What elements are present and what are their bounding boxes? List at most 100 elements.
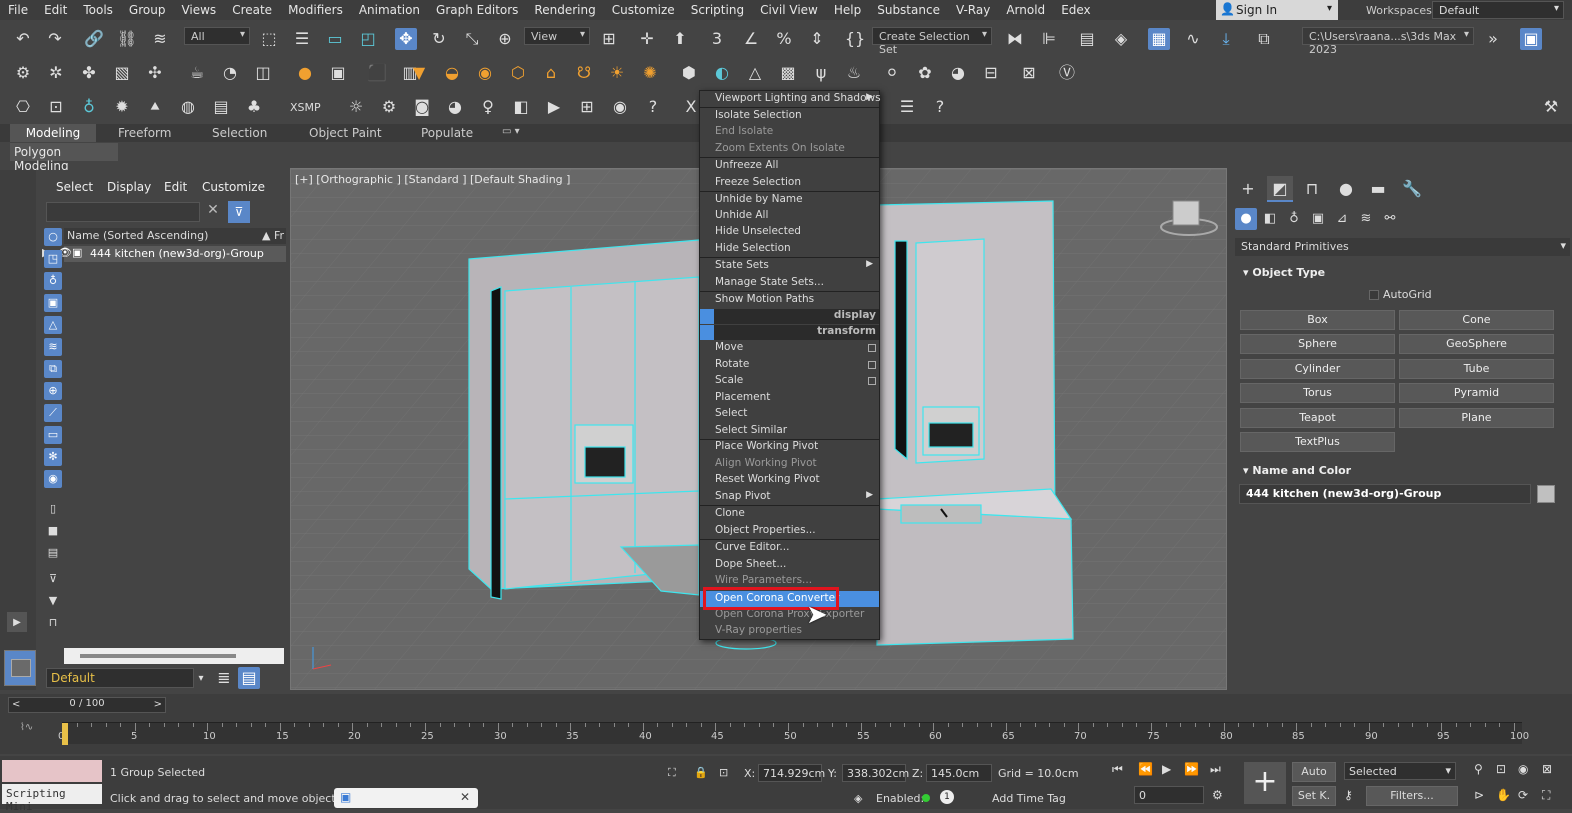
bulb-icon[interactable]: ♁ (78, 96, 100, 118)
key-mode-icon[interactable]: ⚷ (1344, 788, 1353, 802)
autogrid-checkbox[interactable]: AutoGrid (1369, 288, 1432, 301)
sun-icon[interactable]: ☀ (606, 62, 628, 84)
menu-item-align-working-pivot[interactable]: Align Working Pivot (700, 456, 879, 472)
menu-item-unfreeze-all[interactable]: Unfreeze All (700, 158, 879, 174)
category-select[interactable]: Standard Primitives ▾ (1235, 238, 1570, 256)
menu-help[interactable]: Help (826, 3, 869, 17)
chevron-down-icon[interactable]: ▾ (196, 668, 206, 690)
vray-mesh-light-icon[interactable]: ⬡ (507, 62, 529, 84)
vray-dome-icon[interactable]: ◒ (441, 62, 463, 84)
render-sun-icon[interactable]: ☼ (345, 96, 367, 118)
box-button[interactable]: Box (1240, 310, 1395, 330)
settings-box-icon[interactable] (868, 377, 876, 385)
display-groups-icon[interactable]: ⧉ (44, 360, 62, 378)
select-object-icon[interactable]: ⬚ (258, 28, 280, 50)
menu-animation[interactable]: Animation (351, 3, 428, 17)
display-hidden-icon[interactable]: ◉ (44, 470, 62, 488)
help-icon[interactable]: ? (642, 96, 664, 118)
settings-box-icon[interactable] (868, 344, 876, 352)
selection-filter-select[interactable]: All (184, 27, 250, 45)
close-icon[interactable]: ✕ (204, 202, 222, 222)
geometry-icon[interactable]: ● (1235, 208, 1257, 230)
pine-icon[interactable]: ♣ (243, 96, 265, 118)
time-cursor[interactable] (62, 723, 68, 745)
tab-freeform[interactable]: Freeform (118, 124, 171, 142)
object-color-swatch[interactable] (1537, 485, 1555, 503)
menu-views[interactable]: Views (173, 3, 224, 17)
proxy-icon[interactable]: ⬢ (678, 62, 700, 84)
display-spacewarps-icon[interactable]: ≋ (44, 338, 62, 356)
vray-sun-icon[interactable]: ▼ (408, 62, 430, 84)
hierarchy-tab-icon[interactable]: ⊓ (1299, 176, 1325, 202)
layer-explorer-icon[interactable]: ◈ (1110, 28, 1132, 50)
lock-icon[interactable]: 🔒 (694, 766, 708, 779)
tree-icon[interactable]: ⯅ (144, 96, 166, 118)
menu-civil-view[interactable]: Civil View (752, 3, 826, 17)
set-key-button[interactable]: Set K. (1292, 786, 1336, 806)
timeline-track[interactable]: 0510152025303540455055606570758085909510… (58, 722, 1529, 745)
undo-icon[interactable]: ↶ (12, 28, 34, 50)
shapes-icon[interactable]: ◧ (1259, 208, 1281, 230)
expand-icon[interactable]: ▶ (7, 612, 27, 632)
schematic-view-icon[interactable]: ⧉ (1253, 28, 1275, 50)
modify-tab-icon[interactable]: ◩ (1267, 176, 1293, 202)
se-menu-customize[interactable]: Customize (202, 180, 265, 194)
more-icon[interactable]: » (1482, 28, 1504, 50)
list-tool-icon[interactable]: ☰ (896, 96, 918, 118)
move-icon[interactable]: ✥ (395, 28, 417, 50)
vray-ies-icon[interactable]: ☋ (573, 62, 595, 84)
pivot-center-icon[interactable]: ⊞ (598, 28, 620, 50)
rotate-icon[interactable]: ↻ (428, 28, 450, 50)
filter-funnel-icon[interactable]: ▼ (44, 592, 62, 610)
zoom-extents-all-icon[interactable]: ⊠ (1542, 762, 1552, 776)
x-coordinate-field[interactable]: 714.929cm (758, 764, 825, 782)
cameras-icon[interactable]: ▣ (1307, 208, 1329, 230)
percent-snap-icon[interactable]: % (773, 28, 795, 50)
menu-item-dope-sheet[interactable]: Dope Sheet... (700, 557, 879, 573)
menu-modifiers[interactable]: Modifiers (280, 3, 351, 17)
se-column-header[interactable]: Name (Sorted Ascending) ▲ Fr (64, 228, 286, 244)
curve-toggle-icon[interactable]: ⌇∿ (20, 722, 33, 733)
textplus-button[interactable]: TextPlus (1240, 432, 1395, 452)
grid-icon[interactable]: ⊞ (576, 96, 598, 118)
menu-item-zoom-extents-on-isolate[interactable]: Zoom Extents On Isolate (700, 141, 879, 157)
snap-target-icon[interactable]: ✲ (45, 62, 67, 84)
doc-icon[interactable]: ▤ (44, 544, 62, 562)
tab-modeling[interactable]: Modeling (10, 124, 96, 142)
next-frame-icon[interactable]: > (154, 699, 162, 710)
material-editor-icon[interactable]: ▧ (111, 62, 133, 84)
tab-polygon-modeling[interactable]: Polygon Modeling (10, 143, 118, 173)
cylinder-button[interactable]: Cylinder (1240, 359, 1395, 379)
next-key-icon[interactable]: ⏩ (1184, 762, 1199, 776)
keyboard-shortcut-icon[interactable]: ⬆ (669, 28, 691, 50)
table-row[interactable]: ▶ 👁 ▣ 444 kitchen (new3d-org)-Group (42, 246, 286, 262)
grass-icon[interactable]: ψ (810, 62, 832, 84)
menu-item-manage-state-sets[interactable]: Manage State Sets... (700, 275, 879, 291)
toggle-ribbon-icon[interactable]: ▦ (1148, 28, 1170, 50)
render-view-icon[interactable]: ◙ (411, 96, 433, 118)
gear-light-icon[interactable]: ✹ (111, 96, 133, 118)
render-setup-icon[interactable]: ⤓ (1215, 28, 1237, 50)
pan-icon[interactable]: ✋ (1496, 788, 1511, 802)
zoom-icon[interactable]: ⚲ (1474, 762, 1483, 776)
menu-create[interactable]: Create (224, 3, 280, 17)
key-filter-select[interactable]: Selected ▾ (1344, 762, 1456, 780)
time-config-icon[interactable]: ⚙ (1212, 788, 1223, 802)
preview-icon[interactable]: ▶ (543, 96, 565, 118)
pyramid-button[interactable]: Pyramid (1399, 383, 1554, 403)
window-icon[interactable]: ◧ (510, 96, 532, 118)
taskbar-thumbnail[interactable]: ▣ ✕ (334, 788, 478, 808)
menu-graph-editors[interactable]: Graph Editors (428, 3, 526, 17)
menu-item-show-motion-paths[interactable]: Show Motion Paths (700, 292, 879, 308)
menu-item-viewport-lighting-and-shadows[interactable]: Viewport Lighting and Shadows ▶ (700, 91, 881, 107)
menu-arnold[interactable]: Arnold (998, 3, 1053, 17)
menu-item-hide-selection[interactable]: Hide Selection (700, 241, 879, 257)
menu-substance[interactable]: Substance (869, 3, 948, 17)
maxscript-listener[interactable] (2, 760, 102, 782)
unlink-icon[interactable]: ⛓ (116, 28, 138, 50)
layers-icon[interactable]: ≣ (213, 667, 235, 689)
isolate-icon[interactable]: ⛶ (668, 766, 676, 780)
zoom-all-icon[interactable]: ⊡ (1496, 762, 1506, 776)
menu-item-snap-pivot[interactable]: Snap Pivot ▶ (700, 489, 879, 505)
square-icon[interactable]: ■ (44, 522, 62, 540)
